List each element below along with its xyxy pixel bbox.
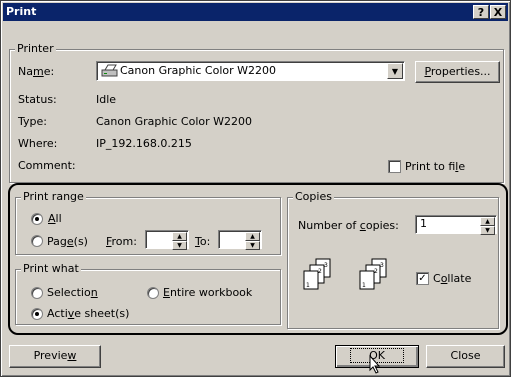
preview-button[interactable]: Preview xyxy=(9,345,101,368)
title-bar: Print ? X xyxy=(3,3,508,21)
status-value: Idle xyxy=(96,93,117,106)
print-to-file-checkbox[interactable] xyxy=(388,160,401,173)
printer-icon xyxy=(101,64,119,81)
printer-group-label: Printer xyxy=(15,42,56,56)
properties-button[interactable]: Properties... xyxy=(415,61,500,83)
printer-name-select[interactable]: Canon Graphic Color W2200 ▼ xyxy=(96,61,405,81)
comment-label: Comment: xyxy=(18,159,76,172)
status-label: Status: xyxy=(18,93,57,106)
where-value: IP_192.168.0.215 xyxy=(96,137,192,150)
mouse-pointer-icon xyxy=(369,354,381,377)
print-dialog: Print ? X Printer Name: Canon Graphic Co… xyxy=(0,0,511,377)
dialog-title: Print xyxy=(6,5,37,18)
where-label: Where: xyxy=(18,137,58,150)
close-button[interactable]: Close xyxy=(426,345,505,368)
type-label: Type: xyxy=(18,115,47,128)
highlight-outline xyxy=(8,183,508,335)
name-label: Name: xyxy=(18,65,55,78)
printer-name-value: Canon Graphic Color W2200 xyxy=(120,64,277,77)
help-button[interactable]: ? xyxy=(473,5,489,19)
chevron-down-icon[interactable]: ▼ xyxy=(387,63,403,79)
type-value: Canon Graphic Color W2200 xyxy=(96,115,253,128)
close-window-button[interactable]: X xyxy=(490,5,506,19)
print-to-file-label: Print to file xyxy=(405,160,466,173)
